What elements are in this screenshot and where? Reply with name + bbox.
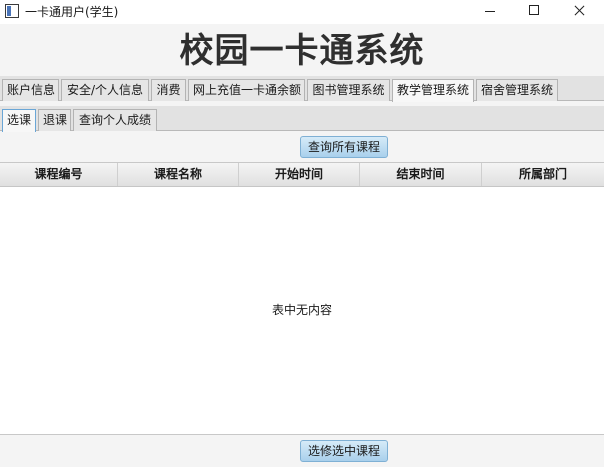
title-bar[interactable]: 一卡通用户(学生) bbox=[0, 0, 604, 24]
tab-consumption[interactable]: 消费 bbox=[151, 79, 186, 101]
minimize-icon bbox=[485, 11, 495, 12]
window-app-icon bbox=[5, 4, 19, 18]
tab-dormitory-system[interactable]: 宿舍管理系统 bbox=[476, 79, 558, 101]
footer-bar: 选修选中课程 bbox=[0, 435, 604, 467]
close-button[interactable] bbox=[558, 0, 604, 24]
column-header-start-time[interactable]: 开始时间 bbox=[239, 163, 360, 186]
tab-select-course[interactable]: 选课 bbox=[2, 109, 36, 132]
table-header: 课程编号 课程名称 开始时间 结束时间 所属部门 bbox=[0, 163, 604, 187]
page-title: 校园一卡通系统 bbox=[179, 31, 425, 71]
courses-table[interactable]: 课程编号 课程名称 开始时间 结束时间 所属部门 表中无内容 bbox=[0, 162, 604, 435]
select-course-button[interactable]: 选修选中课程 bbox=[300, 440, 389, 462]
column-header-department[interactable]: 所属部门 bbox=[482, 163, 604, 186]
tab-teaching-system[interactable]: 教学管理系统 bbox=[392, 79, 474, 102]
minimize-button[interactable] bbox=[468, 0, 514, 24]
tab-query-grades[interactable]: 查询个人成绩 bbox=[73, 109, 157, 131]
maximize-icon bbox=[529, 5, 539, 15]
tab-online-recharge[interactable]: 网上充值一卡通余额 bbox=[188, 79, 305, 101]
maximize-button[interactable] bbox=[512, 0, 558, 24]
window-title: 一卡通用户(学生) bbox=[25, 5, 119, 19]
app-window: 一卡通用户(学生) 校园一卡通系统 账户信息 安全/个人信息 消费 网上充值一卡… bbox=[0, 0, 604, 467]
query-all-courses-button[interactable]: 查询所有课程 bbox=[300, 136, 389, 158]
column-header-end-time[interactable]: 结束时间 bbox=[360, 163, 482, 186]
tab-account-info[interactable]: 账户信息 bbox=[2, 79, 59, 101]
table-empty-placeholder: 表中无内容 bbox=[271, 303, 332, 317]
sub-tab-bar: 选课 退课 查询个人成绩 bbox=[0, 106, 604, 132]
column-header-course-id[interactable]: 课程编号 bbox=[0, 163, 118, 186]
main-tab-bar: 账户信息 安全/个人信息 消费 网上充值一卡通余额 图书管理系统 教学管理系统 … bbox=[0, 76, 604, 102]
tab-drop-course[interactable]: 退课 bbox=[38, 109, 71, 131]
tab-security-personal-info[interactable]: 安全/个人信息 bbox=[61, 79, 149, 101]
column-header-course-name[interactable]: 课程名称 bbox=[118, 163, 239, 186]
tab-library-system[interactable]: 图书管理系统 bbox=[307, 79, 390, 101]
